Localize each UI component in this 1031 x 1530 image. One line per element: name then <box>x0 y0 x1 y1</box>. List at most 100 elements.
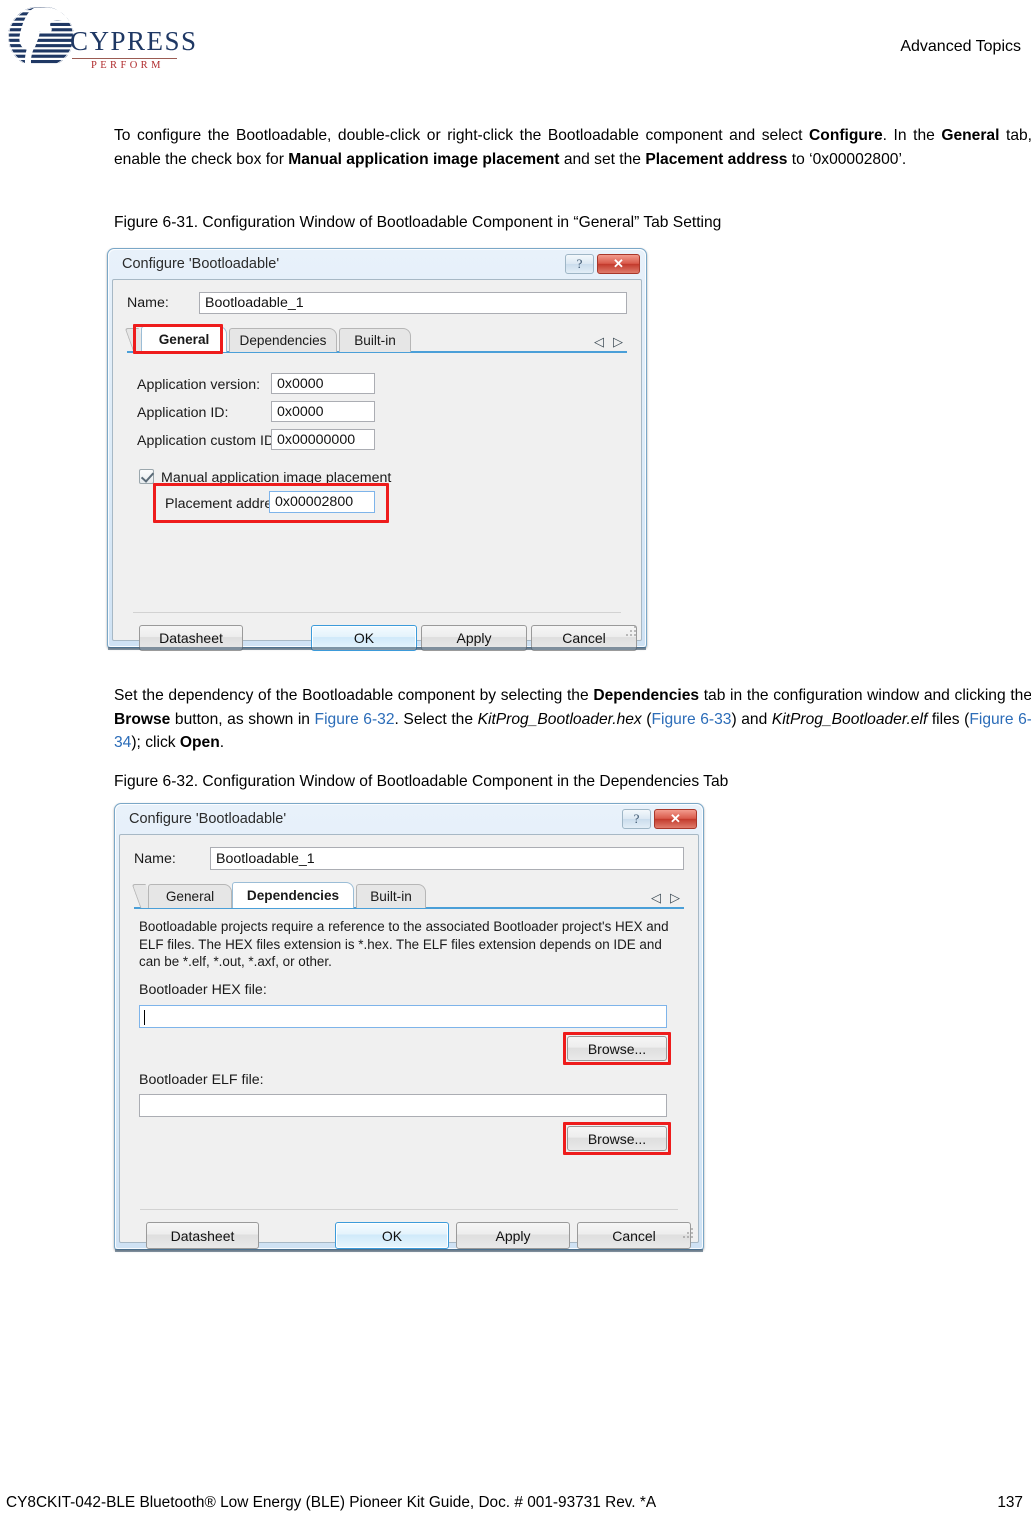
tab-dependencies-dep-label: Dependencies <box>246 888 340 903</box>
browse-hex-button-label: Browse... <box>587 1040 647 1057</box>
titlebar-buttons-dependencies: ? ✕ <box>622 809 697 829</box>
app-custom-id-value: 0x00000000 <box>277 431 356 448</box>
apply-button-dependencies[interactable]: Apply <box>456 1222 570 1249</box>
name-label-dependencies: Name: <box>134 850 176 867</box>
p1-bold-placement-address: Placement address <box>645 150 788 168</box>
help-button-dependencies[interactable]: ? <box>622 809 651 829</box>
p2-italic-elf-file: KitProg_Bootloader.elf <box>771 710 928 728</box>
p1-text-2: . In the <box>882 127 942 144</box>
button-separator-general <box>133 612 621 613</box>
app-custom-id-input[interactable]: 0x00000000 <box>271 429 375 450</box>
figure-6-32-caption: Figure 6-32. Configuration Window of Boo… <box>114 773 729 790</box>
placement-address-value: 0x00002800 <box>275 494 354 510</box>
p1-bold-general: General <box>941 127 1000 144</box>
bootloader-elf-input[interactable] <box>139 1094 667 1117</box>
paragraph-configure-bootloadable: To configure the Bootloadable, double-cl… <box>114 124 1031 171</box>
app-id-label: Application ID: <box>137 405 229 421</box>
p1-text-4: and set the <box>559 150 646 168</box>
tab-nav-next-icon-dep[interactable]: ▷ <box>670 891 680 904</box>
page-section-title: Advanced Topics <box>900 38 1021 55</box>
close-button-dependencies[interactable]: ✕ <box>654 809 697 829</box>
tab-dependencies[interactable]: Dependencies <box>229 328 337 352</box>
app-custom-id-label: Application custom ID: <box>137 433 279 449</box>
dialog-client-dependencies: Name: Bootloadable_1 General Dependencie… <box>119 834 699 1249</box>
cancel-button-dependencies-label: Cancel <box>612 1227 656 1244</box>
footer-document-title: CY8CKIT-042-BLE Bluetooth® Low Energy (B… <box>6 1494 657 1511</box>
browse-hex-button[interactable]: Browse... <box>567 1036 667 1061</box>
name-input-dependencies[interactable]: Bootloadable_1 <box>210 847 684 870</box>
p2-text-9: . <box>219 734 225 752</box>
question-mark-icon: ? <box>576 256 583 271</box>
dialog-drop-shadow-general <box>108 647 646 650</box>
manual-placement-checkbox[interactable] <box>139 469 154 484</box>
cancel-button-general-label: Cancel <box>562 630 606 646</box>
app-id-input[interactable]: 0x0000 <box>271 401 375 422</box>
figure-6-31-caption: Figure 6-31. Configuration Window of Boo… <box>114 214 722 231</box>
apply-button-dependencies-label: Apply <box>495 1227 531 1244</box>
footer-page-number: 137 <box>997 1494 1023 1511</box>
ok-button-dependencies[interactable]: OK <box>335 1222 449 1249</box>
question-mark-icon-dep: ? <box>633 811 640 826</box>
tabstrip-dependencies: General Dependencies Built-in ◁ ▷ <box>128 882 690 909</box>
datasheet-button-dependencies[interactable]: Datasheet <box>146 1222 259 1249</box>
manual-placement-label: Manual application image placement <box>161 470 392 486</box>
tab-nav-arrows-general: ◁ ▷ <box>594 335 623 348</box>
p2-bold-open: Open <box>179 734 220 752</box>
dialog-titlebar-dependencies[interactable]: Configure 'Bootloadable' ? ✕ <box>119 808 699 834</box>
tabstrip-general: General Dependencies Built-in ◁ ▷ <box>121 326 633 353</box>
p2-text-4: . Select the <box>394 710 478 728</box>
configure-bootloadable-dialog-general[interactable]: Configure 'Bootloadable' ? ✕ Name: Bootl… <box>107 248 647 651</box>
name-input-value-general: Bootloadable_1 <box>205 295 304 311</box>
p2-xref-figure-6-32[interactable]: Figure 6-32 <box>315 711 395 728</box>
ok-button-general-label: OK <box>353 630 375 646</box>
tab-nav-next-icon[interactable]: ▷ <box>613 335 623 348</box>
close-icon-dep: ✕ <box>670 811 681 826</box>
name-row-general: Name: Bootloadable_1 <box>127 292 627 314</box>
help-button-general[interactable]: ? <box>565 254 594 274</box>
name-label-general: Name: <box>127 295 169 311</box>
tab-built-in-dep-label: Built-in <box>370 889 412 904</box>
configure-bootloadable-dialog-dependencies[interactable]: Configure 'Bootloadable' ? ✕ Name: Bootl… <box>114 803 704 1252</box>
tab-built-in[interactable]: Built-in <box>339 328 411 352</box>
p1-bold-manual-placement: Manual application image placement <box>288 150 560 168</box>
name-row-dependencies: Name: Bootloadable_1 <box>134 847 684 870</box>
cypress-tagline: PERFORM <box>91 60 164 71</box>
bootloader-hex-label: Bootloader HEX file: <box>139 982 267 998</box>
tab-general-dep[interactable]: General <box>148 884 232 908</box>
tab-dependencies-label: Dependencies <box>239 333 327 348</box>
p1-text-5: to ‘0x00002800’. <box>787 150 907 168</box>
name-input-general[interactable]: Bootloadable_1 <box>199 292 627 314</box>
browse-elf-button[interactable]: Browse... <box>567 1126 667 1151</box>
tab-general[interactable]: General <box>141 326 227 352</box>
p2-text-7: files ( <box>927 710 970 728</box>
app-version-label: Application version: <box>137 377 261 393</box>
tab-nav-prev-icon[interactable]: ◁ <box>594 335 604 348</box>
p2-xref-figure-6-33[interactable]: Figure 6-33 <box>651 711 731 728</box>
resize-grip-general[interactable] <box>625 625 637 637</box>
page-header: CYPRESS PERFORM Advanced Topics <box>0 0 1031 90</box>
close-button-general[interactable]: ✕ <box>597 254 640 274</box>
placement-address-input[interactable]: 0x00002800 <box>269 491 375 513</box>
tab-built-in-dep[interactable]: Built-in <box>356 884 426 908</box>
cypress-wordmark: CYPRESS <box>70 26 198 56</box>
tab-nav-prev-icon-dep[interactable]: ◁ <box>651 891 661 904</box>
cypress-logo: CYPRESS PERFORM <box>8 6 196 74</box>
app-version-input[interactable]: 0x0000 <box>271 373 375 394</box>
p2-bold-dependencies: Dependencies <box>593 687 700 704</box>
p2-text-6: ) and <box>731 710 772 728</box>
tab-nav-arrows-dependencies: ◁ ▷ <box>651 891 680 904</box>
cancel-button-dependencies[interactable]: Cancel <box>577 1222 691 1249</box>
resize-grip-dependencies[interactable] <box>682 1227 694 1239</box>
bootloader-hex-input[interactable] <box>139 1005 667 1028</box>
tab-general-label: General <box>158 332 210 347</box>
dialog-titlebar-general[interactable]: Configure 'Bootloadable' ? ✕ <box>112 253 642 279</box>
tab-built-in-label: Built-in <box>354 333 396 348</box>
p2-text-3: button, as shown in <box>170 710 315 728</box>
bootloader-elf-label: Bootloader ELF file: <box>139 1072 264 1088</box>
p2-text-8: ); click <box>131 734 180 752</box>
tab-dependencies-dep[interactable]: Dependencies <box>232 882 354 908</box>
paragraph-set-dependency: Set the dependency of the Bootloadable c… <box>114 684 1031 755</box>
text-caret-icon <box>144 1010 145 1025</box>
dialog-title-dependencies: Configure 'Bootloadable' <box>129 811 287 827</box>
close-icon: ✕ <box>613 256 624 271</box>
